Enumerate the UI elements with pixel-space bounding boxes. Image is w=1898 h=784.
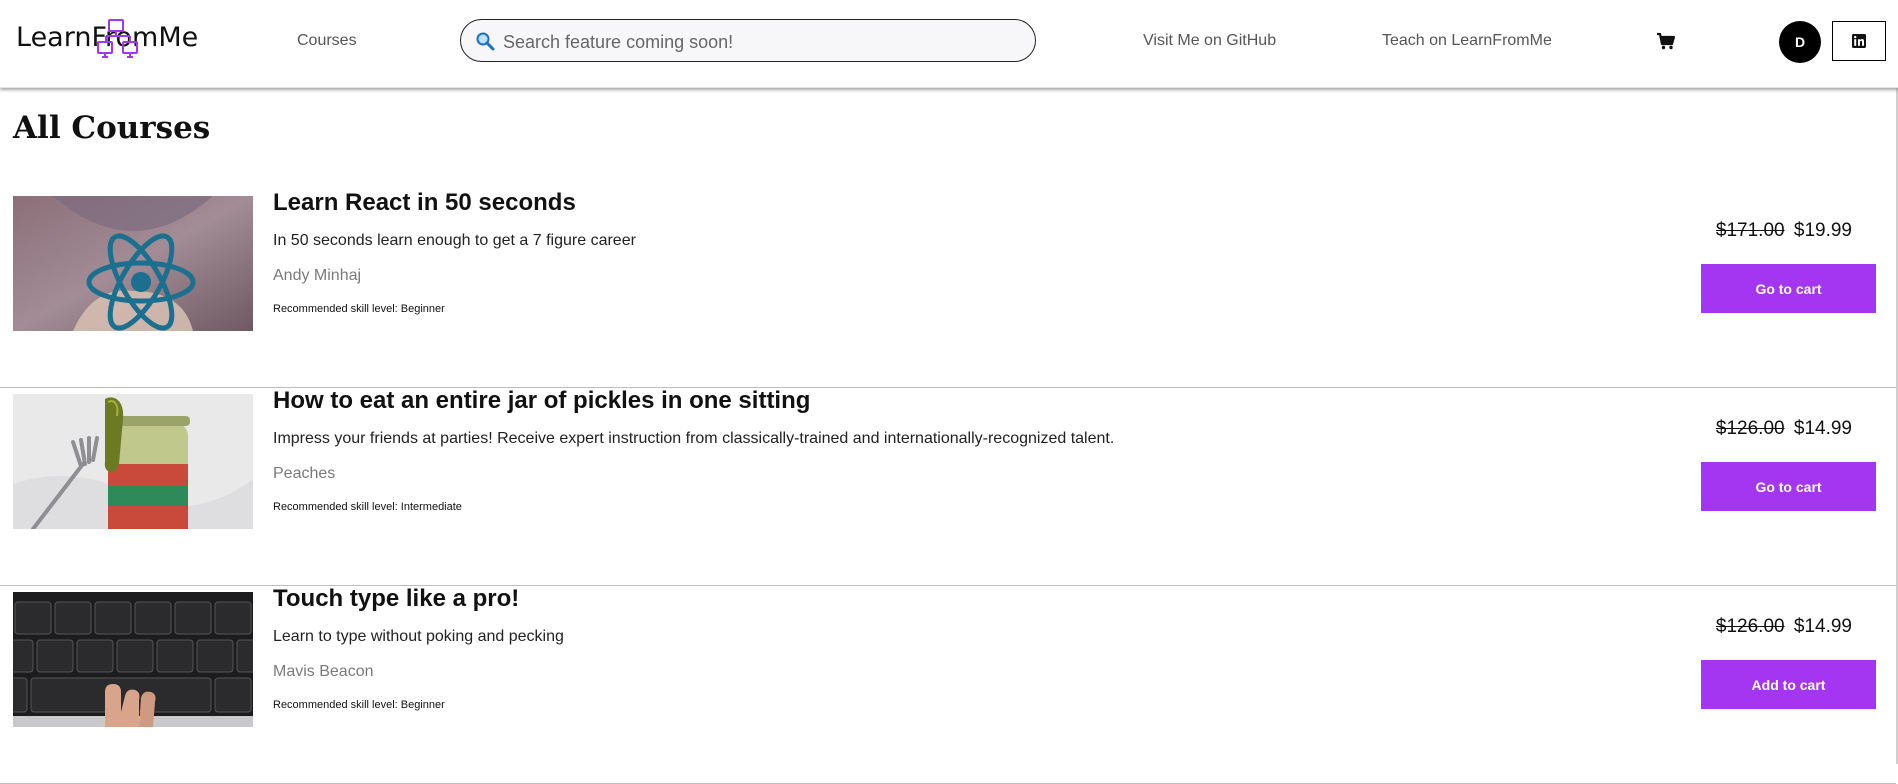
course-row: Learn React in 50 seconds In 50 seconds … [0, 189, 1896, 388]
sale-price: $14.99 [1793, 418, 1852, 439]
search-bar[interactable] [460, 19, 1036, 62]
go-to-cart-button[interactable]: Go to cart [1701, 264, 1876, 313]
linkedin-icon [1852, 34, 1866, 48]
original-price: $126.00 [1715, 418, 1785, 439]
course-skill-level: Recommended skill level: Beginner [273, 699, 445, 711]
search-icon [476, 32, 495, 51]
course-description: Impress your friends at parties! Receive… [273, 430, 1115, 447]
course-author: Peaches [273, 465, 336, 482]
course-author: Mavis Beacon [273, 663, 374, 680]
course-description: In 50 seconds learn enough to get a 7 fi… [273, 232, 636, 249]
sale-price: $19.99 [1793, 220, 1852, 241]
add-to-cart-button[interactable]: Add to cart [1701, 660, 1876, 709]
original-price: $126.00 [1715, 616, 1785, 637]
course-thumbnail-react[interactable] [13, 196, 253, 331]
original-price: $171.00 [1715, 220, 1785, 241]
user-avatar[interactable]: D [1779, 21, 1821, 63]
course-row: How to eat an entire jar of pickles in o… [0, 387, 1896, 586]
course-price: $126.00 $14.99 [1716, 418, 1852, 440]
course-skill-level: Recommended skill level: Intermediate [273, 501, 462, 513]
course-description: Learn to type without poking and pecking [273, 628, 564, 645]
course-title[interactable]: Touch type like a pro! [273, 585, 519, 613]
cart-icon[interactable] [1656, 31, 1676, 51]
linkedin-button[interactable] [1832, 21, 1886, 61]
nav-github-link[interactable]: Visit Me on GitHub [1143, 32, 1276, 50]
page-title: All Courses [13, 110, 211, 146]
course-row: Touch type like a pro! Learn to type wit… [0, 585, 1896, 784]
top-navbar: LearnFromMe Courses Visit Me on GitHub T… [0, 0, 1898, 88]
nav-courses-link[interactable]: Courses [297, 32, 357, 50]
logo-devices-icon [97, 19, 138, 58]
course-thumbnail-keyboard[interactable] [13, 592, 253, 727]
search-input[interactable] [501, 28, 1025, 56]
nav-teach-link[interactable]: Teach on LearnFromMe [1382, 32, 1552, 50]
course-price: $171.00 $19.99 [1716, 220, 1852, 242]
course-author: Andy Minhaj [273, 267, 362, 284]
course-skill-level: Recommended skill level: Beginner [273, 303, 445, 315]
sale-price: $14.99 [1793, 616, 1852, 637]
go-to-cart-button[interactable]: Go to cart [1701, 462, 1876, 511]
course-title[interactable]: Learn React in 50 seconds [273, 189, 576, 217]
course-price: $126.00 $14.99 [1716, 616, 1852, 638]
course-title[interactable]: How to eat an entire jar of pickles in o… [273, 387, 810, 415]
course-thumbnail-pickles[interactable] [13, 394, 253, 529]
